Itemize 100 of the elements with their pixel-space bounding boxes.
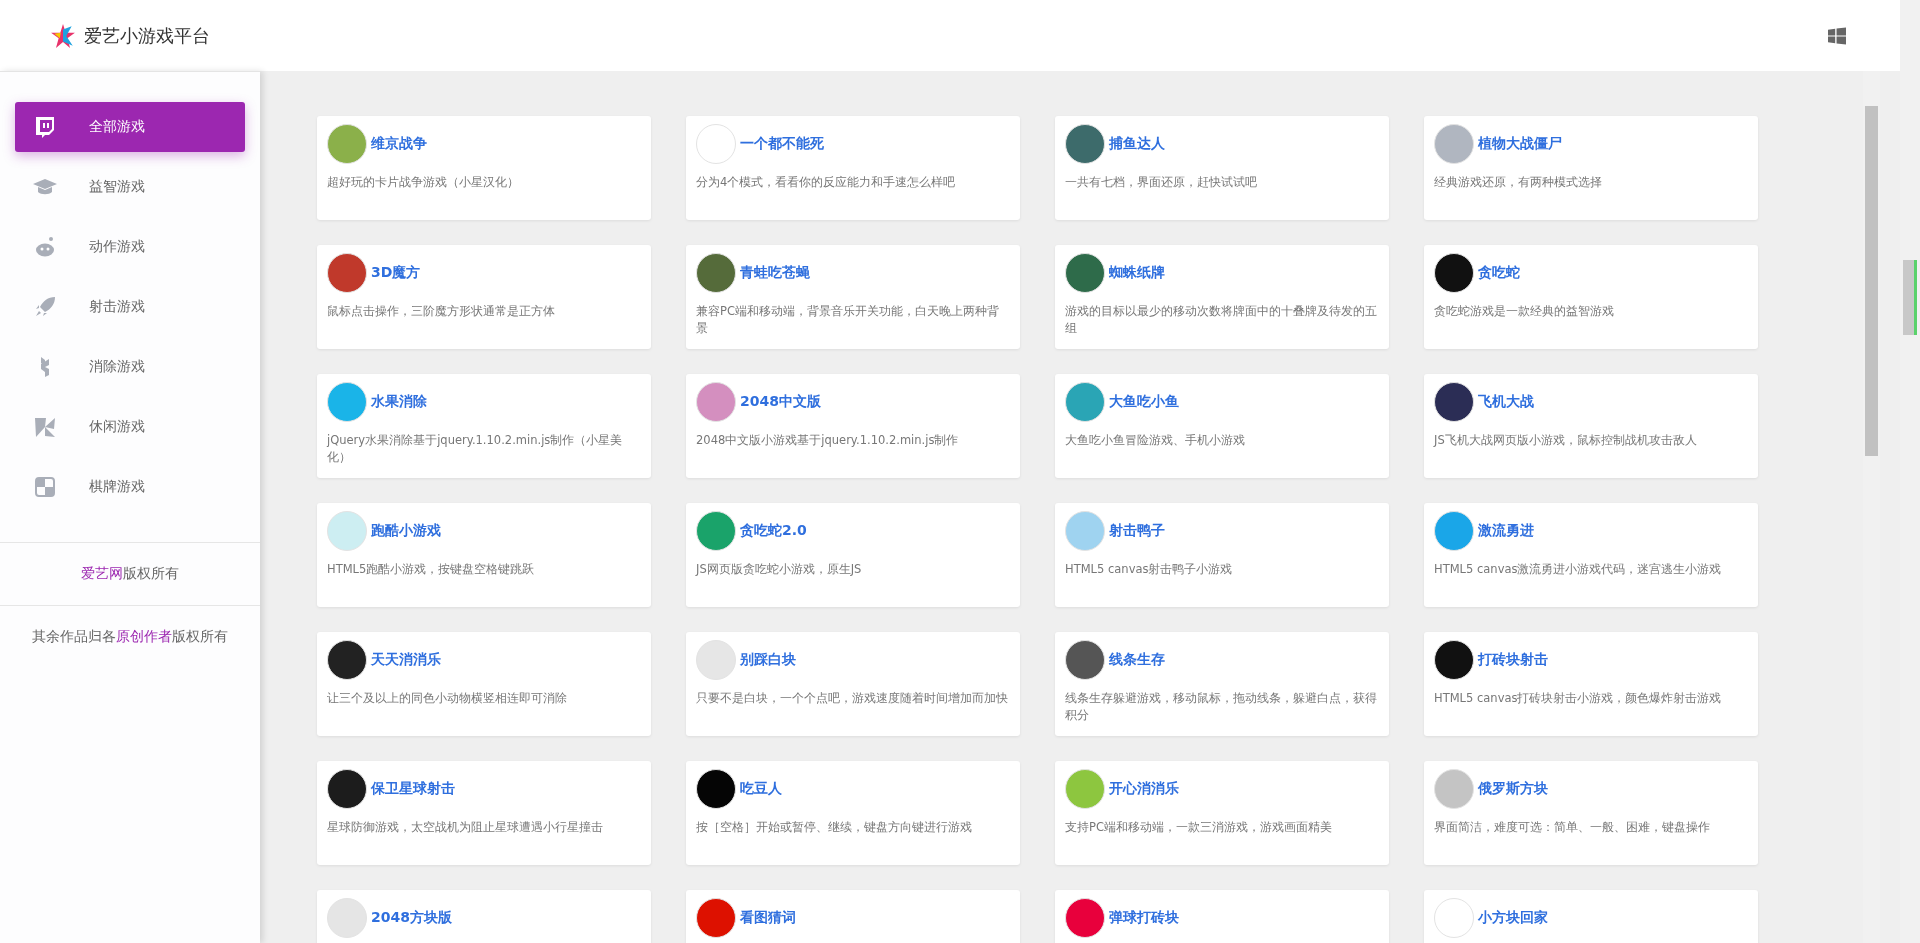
game-card[interactable]: 2048方块版 (317, 890, 651, 943)
windows-icon[interactable] (1828, 26, 1846, 45)
game-description: HTML5 canvas激流勇进小游戏代码，迷宫逃生小游戏 (1434, 561, 1723, 578)
category-item[interactable]: 消除游戏 (15, 342, 245, 392)
photo-placeholder (1434, 124, 1474, 164)
game-title: 一个都不能死 (740, 135, 824, 153)
game-card[interactable]: 飞机大战 JS飞机大战网页版小游戏，鼠标控制战机攻击敌人 (1424, 374, 1758, 478)
game-title: 3D魔方 (371, 264, 421, 282)
game-card[interactable]: 弹球打砖块 (1055, 890, 1389, 943)
game-card[interactable]: 水果消除 jQuery水果消除基于jquery.1.10.2.min.js制作（小星美化） (317, 374, 651, 478)
copyright-text: 版权所有 (123, 565, 179, 581)
photo-placeholder (327, 253, 367, 293)
photo-placeholder (696, 640, 736, 680)
game-card[interactable]: 贪吃蛇 贪吃蛇游戏是一款经典的益智游戏 (1424, 245, 1758, 349)
game-description: 界面简洁，难度可选：简单、一般、困难，键盘操作 (1434, 819, 1711, 836)
copyright-text: 版权所有 (172, 628, 228, 644)
game-description: 超好玩的卡片战争游戏（小星汉化） (327, 174, 520, 191)
photo-placeholder (1434, 511, 1474, 551)
game-card[interactable]: 激流勇进 HTML5 canvas激流勇进小游戏代码，迷宫逃生小游戏 (1424, 503, 1758, 607)
game-title: 打砖块射击 (1478, 651, 1548, 669)
game-title: 保卫星球射击 (371, 780, 455, 798)
game-title: 捕鱼达人 (1109, 135, 1165, 153)
photo-placeholder (327, 382, 367, 422)
game-card[interactable]: 天天消消乐 让三个及以上的同色小动物横竖相连即可消除 (317, 632, 651, 736)
copyright-text: 其余作品归各 (32, 628, 116, 644)
game-title: 激流勇进 (1478, 522, 1534, 540)
game-description: HTML5 canvas射击鸭子小游戏 (1065, 561, 1234, 578)
game-title: 2048中文版 (740, 393, 821, 411)
photo-placeholder (327, 898, 367, 938)
game-card[interactable]: 2048中文版 2048中文版小游戏基于jquery.1.10.2.min.js制作 (686, 374, 1020, 478)
game-card[interactable]: 蜘蛛纸牌 游戏的目标以最少的移动次数将牌面中的十叠牌及待发的五组 (1055, 245, 1389, 349)
photo-placeholder (696, 769, 736, 809)
game-title: 跑酷小游戏 (371, 522, 441, 540)
game-card[interactable]: 射击鸭子 HTML5 canvas射击鸭子小游戏 (1055, 503, 1389, 607)
game-title: 贪吃蛇 (1478, 264, 1520, 282)
game-description: 星球防御游戏，太空战机为阻止星球遭遇小行星撞击 (327, 819, 604, 836)
game-card[interactable]: 保卫星球射击 星球防御游戏，太空战机为阻止星球遭遇小行星撞击 (317, 761, 651, 865)
game-title: 开心消消乐 (1109, 780, 1179, 798)
game-card[interactable]: 线条生存 线条生存躲避游戏，移动鼠标，拖动线条，躲避白点，获得积分 (1055, 632, 1389, 736)
game-description: JS网页版贪吃蛇小游戏，原生JS (696, 561, 863, 578)
game-description: 大鱼吃小鱼冒险游戏、手机小游戏 (1065, 432, 1246, 449)
game-title: 青蛙吃苍蝇 (740, 264, 810, 282)
photo-placeholder (696, 253, 736, 293)
game-card[interactable]: 维京战争 超好玩的卡片战争游戏（小星汉化） (317, 116, 651, 220)
category-item[interactable]: 休闲游戏 (15, 402, 245, 452)
category-item[interactable]: 棋牌游戏 (15, 462, 245, 512)
category-item[interactable]: 动作游戏 (15, 222, 245, 272)
photo-placeholder (1434, 898, 1474, 938)
photo-placeholder (1434, 640, 1474, 680)
game-description: jQuery水果消除基于jquery.1.10.2.min.js制作（小星美化） (327, 432, 624, 466)
photo-placeholder (327, 511, 367, 551)
game-title: 线条生存 (1109, 651, 1165, 669)
game-title: 射击鸭子 (1109, 522, 1165, 540)
category-item[interactable]: 全部游戏 (15, 102, 245, 152)
game-title: 大鱼吃小鱼 (1109, 393, 1179, 411)
game-card[interactable]: 打砖块射击 HTML5 canvas打砖块射击小游戏，颜色爆炸射击游戏 (1424, 632, 1758, 736)
photo-placeholder (1065, 124, 1105, 164)
game-card[interactable]: 小方块回家 (1424, 890, 1758, 943)
site-title: 爱艺小游戏平台 (84, 23, 210, 48)
game-description: 经典游戏还原，有两种模式选择 (1434, 174, 1603, 191)
author-link[interactable]: 原创作者 (116, 628, 172, 644)
game-card[interactable]: 青蛙吃苍蝇 兼容PC端和移动端，背景音乐开关功能，白天晚上两种背景 (686, 245, 1020, 349)
game-card[interactable]: 贪吃蛇2.0 JS网页版贪吃蛇小游戏，原生JS (686, 503, 1020, 607)
robot-face-icon (33, 235, 57, 259)
photo-placeholder (1065, 898, 1105, 938)
category-item[interactable]: 射击游戏 (15, 282, 245, 332)
game-description: 分为4个模式，看看你的反应能力和手速怎么样吧 (696, 174, 957, 191)
author-link[interactable]: 爱艺网 (81, 565, 123, 581)
photo-placeholder (696, 124, 736, 164)
game-card[interactable]: 一个都不能死 分为4个模式，看看你的反应能力和手速怎么样吧 (686, 116, 1020, 220)
game-description: 让三个及以上的同色小动物横竖相连即可消除 (327, 690, 568, 707)
game-card[interactable]: 3D魔方 鼠标点击操作，三阶魔方形状通常是正方体 (317, 245, 651, 349)
game-description: 按［空格］开始或暂停、继续，键盘方向键进行游戏 (696, 819, 973, 836)
game-card[interactable]: 大鱼吃小鱼 大鱼吃小鱼冒险游戏、手机小游戏 (1055, 374, 1389, 478)
game-title: 小方块回家 (1478, 909, 1548, 927)
game-description: 一共有七档，界面还原，赶快试试吧 (1065, 174, 1258, 191)
game-card[interactable]: 吃豆人 按［空格］开始或暂停、继续，键盘方向键进行游戏 (686, 761, 1020, 865)
game-description: JS飞机大战网页版小游戏，鼠标控制战机攻击敌人 (1434, 432, 1698, 449)
game-title: 蜘蛛纸牌 (1109, 264, 1165, 282)
game-description: 2048中文版小游戏基于jquery.1.10.2.min.js制作 (696, 432, 960, 449)
game-card[interactable]: 俄罗斯方块 界面简洁，难度可选：简单、一般、困难，键盘操作 (1424, 761, 1758, 865)
category-item[interactable]: 益智游戏 (15, 162, 245, 212)
chat-bubble-icon (33, 115, 57, 139)
photo-placeholder (1434, 769, 1474, 809)
photo-placeholder (1065, 382, 1105, 422)
photo-placeholder (1065, 769, 1105, 809)
pinwheel-icon (33, 415, 57, 439)
game-description: HTML5跑酷小游戏，按键盘空格键跳跃 (327, 561, 536, 578)
game-card[interactable]: 跑酷小游戏 HTML5跑酷小游戏，按键盘空格键跳跃 (317, 503, 651, 607)
game-title: 水果消除 (371, 393, 427, 411)
game-card[interactable]: 植物大战僵尸 经典游戏还原，有两种模式选择 (1424, 116, 1758, 220)
game-description: 支持PC端和移动端，一款三消游戏，游戏画面精美 (1065, 819, 1333, 836)
game-card[interactable]: 看图猜词 (686, 890, 1020, 943)
game-title: 2048方块版 (371, 909, 452, 927)
game-description: 兼容PC端和移动端，背景音乐开关功能，白天晚上两种背景 (696, 303, 1000, 337)
game-card[interactable]: 开心消消乐 支持PC端和移动端，一款三消游戏，游戏画面精美 (1055, 761, 1389, 865)
photo-placeholder (1065, 511, 1105, 551)
game-card[interactable]: 别踩白块 只要不是白块，一个个点吧，游戏速度随着时间增加而加快 (686, 632, 1020, 736)
game-card[interactable]: 捕鱼达人 一共有七档，界面还原，赶快试试吧 (1055, 116, 1389, 220)
photo-placeholder (696, 898, 736, 938)
